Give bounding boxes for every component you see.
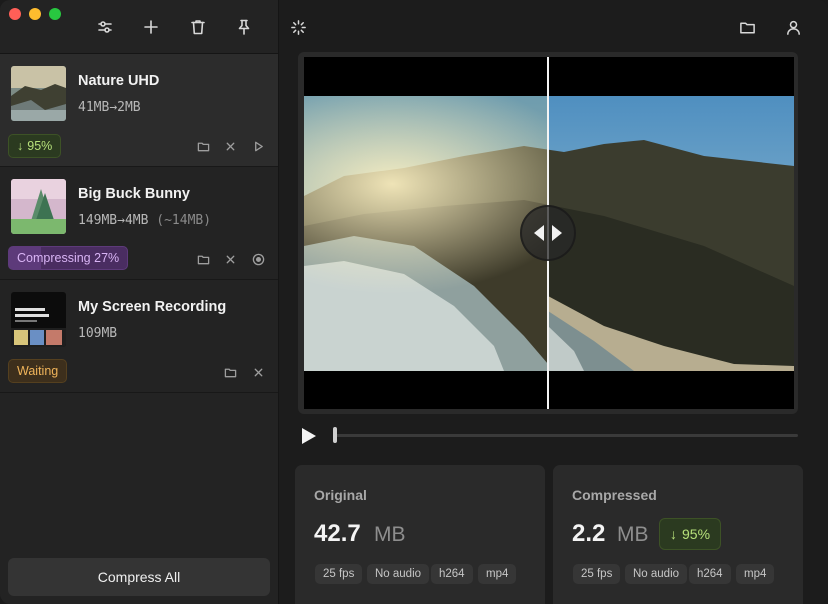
file-size-value: 42.7 xyxy=(314,520,361,547)
item-size: 109MB xyxy=(78,326,118,341)
fps-chip: 25 fps xyxy=(573,564,621,584)
item-size: 149MB→4MB (~14MB) xyxy=(78,213,212,228)
file-size-value: 2.2 xyxy=(572,520,606,547)
container-chip: mp4 xyxy=(478,564,517,584)
sidebar-toolbar xyxy=(0,0,279,54)
compressed-stats-card: Compressed 2.2 MB ↓ 95% 25 fps No audio … xyxy=(553,465,803,604)
person-icon[interactable] xyxy=(783,17,803,37)
container-chip: mp4 xyxy=(736,564,775,584)
timeline-playhead[interactable] xyxy=(333,427,337,443)
compare-handle[interactable] xyxy=(520,205,576,261)
file-size-unit: MB xyxy=(374,523,406,546)
progress-badge: Compressing 27% xyxy=(8,246,129,270)
item-size: 41MB→2MB xyxy=(78,100,141,115)
card-title: Original xyxy=(314,487,367,503)
close-window-button[interactable] xyxy=(9,8,21,20)
savings-badge: ↓ 95% xyxy=(659,518,722,550)
close-icon[interactable] xyxy=(222,251,238,267)
savings-badge: ↓ 95% xyxy=(8,134,62,158)
card-title: Compressed xyxy=(572,487,657,503)
close-icon[interactable] xyxy=(250,364,266,380)
stop-icon[interactable] xyxy=(250,251,266,267)
codec-chip: h264 xyxy=(431,564,473,584)
thumbnail xyxy=(11,292,66,347)
sliders-icon[interactable] xyxy=(95,17,115,37)
list-item[interactable]: Big Buck Bunny 149MB→4MB (~14MB) Compres… xyxy=(0,167,278,280)
item-title: Nature UHD xyxy=(78,73,160,89)
main-panel: Original 42.7 MB 25 fps No audio h264 mp… xyxy=(280,0,828,604)
file-size-unit: MB xyxy=(617,523,649,546)
folder-icon[interactable] xyxy=(195,251,211,267)
split-arrows-icon xyxy=(534,225,562,241)
play-icon[interactable] xyxy=(250,138,266,154)
status-badge: Waiting xyxy=(8,359,68,383)
thumbnail xyxy=(11,179,66,234)
sidebar: Nature UHD 41MB→2MB ↓ 95% Big Buck Bunny… xyxy=(0,0,279,604)
folder-icon[interactable] xyxy=(222,364,238,380)
spinner-icon xyxy=(288,17,308,37)
folder-icon[interactable] xyxy=(737,17,757,37)
thumbnail xyxy=(11,66,66,121)
timeline-track[interactable] xyxy=(335,434,798,437)
list-item[interactable]: My Screen Recording 109MB Waiting xyxy=(0,280,278,393)
minimize-window-button[interactable] xyxy=(29,8,41,20)
fps-chip: 25 fps xyxy=(315,564,363,584)
compare-preview[interactable] xyxy=(304,57,794,409)
zoom-window-button[interactable] xyxy=(49,8,61,20)
audio-chip: No audio xyxy=(625,564,688,584)
pin-icon[interactable] xyxy=(234,17,254,37)
arrow-down-icon: ↓ xyxy=(17,139,24,153)
arrow-down-icon: ↓ xyxy=(670,526,677,542)
original-stats-card: Original 42.7 MB 25 fps No audio h264 mp… xyxy=(295,465,545,604)
compress-all-button[interactable]: Compress All xyxy=(8,558,270,596)
item-title: My Screen Recording xyxy=(78,299,227,315)
list-item[interactable]: Nature UHD 41MB→2MB ↓ 95% xyxy=(0,54,278,167)
close-icon[interactable] xyxy=(222,138,238,154)
folder-icon[interactable] xyxy=(195,138,211,154)
trash-icon[interactable] xyxy=(188,17,208,37)
item-title: Big Buck Bunny xyxy=(78,186,190,202)
audio-chip: No audio xyxy=(367,564,430,584)
play-button[interactable] xyxy=(300,427,318,445)
plus-icon[interactable] xyxy=(141,17,161,37)
codec-chip: h264 xyxy=(689,564,731,584)
app-window: Nature UHD 41MB→2MB ↓ 95% Big Buck Bunny… xyxy=(0,0,828,604)
